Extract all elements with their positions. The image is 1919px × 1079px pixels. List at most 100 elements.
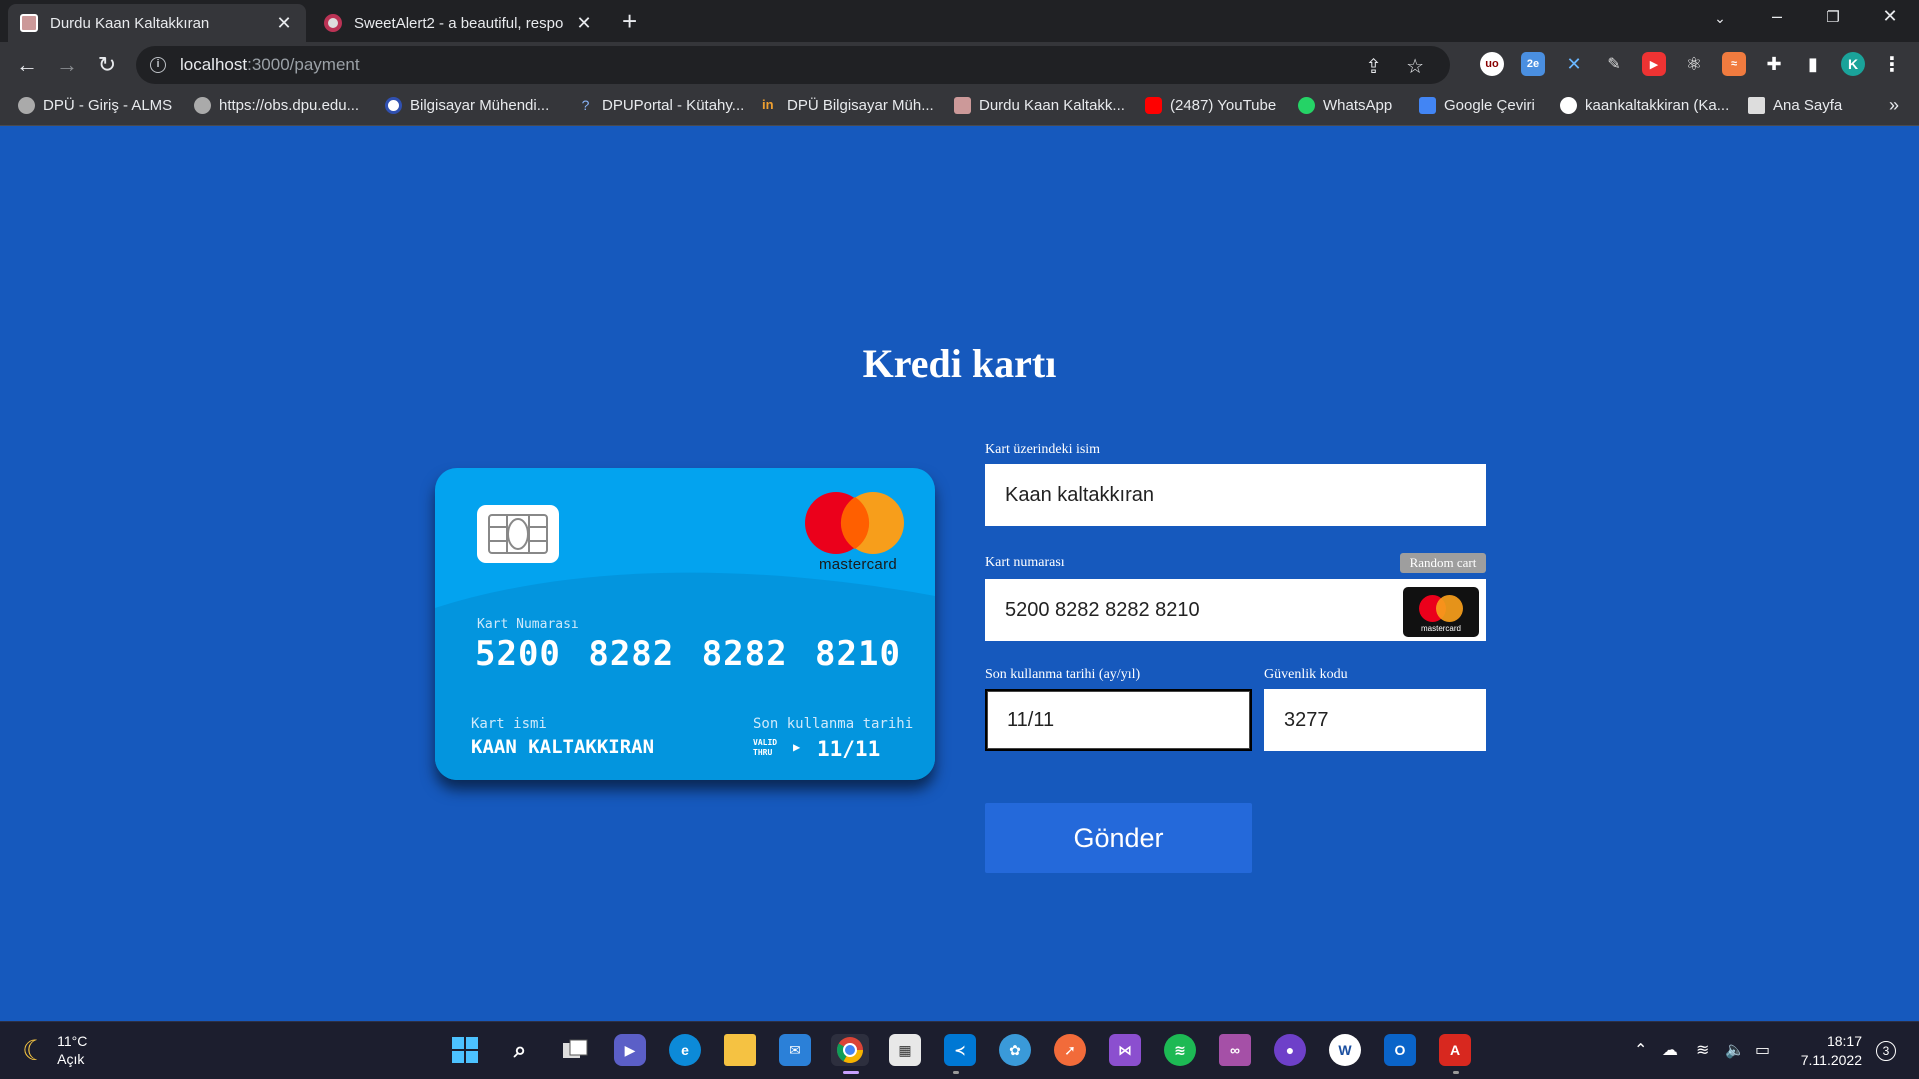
spotify-icon[interactable]: ≋	[1164, 1034, 1196, 1066]
site-info-icon[interactable]: i	[150, 57, 166, 73]
chrome-taskbar-icon[interactable]	[831, 1034, 869, 1066]
bookmark-item[interactable]: WhatsApp	[1298, 97, 1392, 114]
google-translate-icon	[1419, 97, 1436, 114]
address-bar[interactable]: i localhost:3000/payment ⇪ ☆	[136, 46, 1450, 84]
chrome-menu-icon[interactable]: ⋮	[1880, 52, 1904, 76]
bookmark-item[interactable]: ? DPUPortal - Kütahy...	[577, 97, 745, 114]
bookmark-label: DPÜ - Giriş - ALMS	[43, 97, 173, 114]
system-clock[interactable]: 18:17 7.11.2022	[1796, 1032, 1862, 1070]
word-icon[interactable]: W	[1329, 1034, 1361, 1066]
restore-icon[interactable]: ❐	[1813, 8, 1853, 26]
bookmarks-bar: DPÜ - Giriş - ALMS https://obs.dpu.edu..…	[0, 89, 1919, 126]
github-desktop-icon[interactable]: ●	[1274, 1034, 1306, 1066]
edge-icon[interactable]: e	[669, 1034, 701, 1066]
card-number-field-label: Kart numarası	[985, 555, 1065, 570]
bookmark-item[interactable]: Bilgisayar Mühendi...	[385, 97, 549, 114]
new-tab-button[interactable]: +	[622, 8, 637, 34]
card-brand-text: mastercard	[818, 556, 898, 573]
random-card-button[interactable]: Random cart	[1400, 553, 1486, 573]
outlook-icon[interactable]: O	[1384, 1034, 1416, 1066]
bookmark-label: Google Çeviri	[1444, 97, 1535, 114]
bookmark-label: (2487) YouTube	[1170, 97, 1277, 114]
credit-card-preview: mastercard Kart Numarası 5200 8282 8282 …	[435, 468, 935, 780]
mail-icon[interactable]: ✉	[779, 1034, 811, 1066]
share-icon[interactable]: ⇪	[1365, 54, 1382, 79]
bookmark-label: DPÜ Bilgisayar Müh...	[787, 97, 934, 114]
card-expiry-display: 11/11	[817, 737, 881, 761]
bookmark-item[interactable]: Ana Sayfa	[1748, 97, 1842, 114]
bookmark-item[interactable]: kaankaltakkiran (Ka...	[1560, 97, 1729, 114]
payment-page	[0, 127, 1919, 1021]
cvv-field-label: Güvenlik kodu	[1264, 667, 1348, 682]
extension-video-icon[interactable]: ▶	[1642, 52, 1666, 76]
bookmark-item[interactable]: Google Çeviri	[1419, 97, 1535, 114]
card-name-field-label: Kart üzerindeki isim	[985, 442, 1101, 457]
weather-widget[interactable]: ☾ 11°C Açık	[22, 1032, 87, 1068]
extensions-puzzle-icon[interactable]: ✚	[1762, 52, 1786, 76]
extension-rss-icon[interactable]: ≈	[1722, 52, 1746, 76]
onedrive-icon[interactable]: ☁	[1662, 1040, 1678, 1060]
extension-tools-icon[interactable]: ✕	[1562, 52, 1586, 76]
valid-thru-arrow-icon: ▶	[793, 740, 801, 754]
dpu-icon: in	[762, 97, 774, 112]
more-bookmarks-icon[interactable]: »	[1889, 95, 1899, 116]
battery-icon[interactable]: ▭	[1755, 1040, 1770, 1060]
profile-favicon-icon	[20, 14, 38, 32]
close-window-icon[interactable]: ✕	[1870, 6, 1910, 27]
bookmark-label: Durdu Kaan Kaltakk...	[979, 97, 1125, 114]
tab-durdu-kaan[interactable]: Durdu Kaan Kaltakkıran ✕	[8, 4, 306, 42]
teams-chat-icon[interactable]: ▶	[614, 1034, 646, 1066]
mastercard-badge-icon: mastercard	[1403, 587, 1479, 637]
arduino-icon[interactable]: ∞	[1219, 1034, 1251, 1066]
vscode-icon[interactable]: ≺	[944, 1034, 976, 1066]
wifi-icon[interactable]: ≋	[1696, 1040, 1709, 1060]
bookmark-label: https://obs.dpu.edu...	[219, 97, 360, 114]
expiry-date-input[interactable]	[985, 689, 1252, 751]
task-view-icon[interactable]	[559, 1034, 591, 1066]
extension-pen-icon[interactable]: ✎	[1602, 52, 1626, 76]
microsoft-store-icon[interactable]: ▦	[889, 1034, 921, 1066]
file-explorer-icon[interactable]	[724, 1034, 756, 1066]
question-icon: ?	[581, 97, 590, 113]
submit-button[interactable]: Gönder	[985, 803, 1252, 873]
university-icon	[385, 97, 402, 114]
reload-icon[interactable]: ↻	[92, 52, 122, 78]
bookmark-star-icon[interactable]: ☆	[1406, 54, 1424, 79]
btk-icon	[1748, 97, 1765, 114]
tab-search-icon[interactable]: ⌄	[1700, 10, 1740, 27]
postman-icon[interactable]: ➚	[1054, 1034, 1086, 1066]
close-tab-icon[interactable]: ✕	[574, 13, 594, 34]
minimize-icon[interactable]: –	[1757, 6, 1797, 27]
search-icon[interactable]: ⌕	[504, 1034, 536, 1066]
tab-title: Durdu Kaan Kaltakkıran	[50, 14, 210, 32]
side-panel-icon[interactable]: ▮	[1801, 52, 1825, 76]
visual-studio-icon[interactable]: ⋈	[1109, 1034, 1141, 1066]
notification-badge[interactable]: 3	[1876, 1041, 1896, 1061]
acrobat-icon[interactable]: A	[1439, 1034, 1471, 1066]
acrobat-running-indicator	[1453, 1071, 1459, 1074]
mastercard-logo-icon: mastercard	[805, 492, 905, 573]
paint-icon[interactable]: ✿	[999, 1034, 1031, 1066]
card-name-input[interactable]	[985, 464, 1486, 526]
bookmark-item[interactable]: Durdu Kaan Kaltakk...	[954, 97, 1125, 114]
back-icon[interactable]: ←	[12, 52, 42, 78]
cvv-input[interactable]	[1264, 689, 1486, 751]
close-tab-icon[interactable]: ✕	[274, 13, 294, 34]
forward-icon[interactable]: →	[52, 52, 82, 78]
tab-title: SweetAlert2 - a beautiful, respon	[354, 14, 564, 32]
url-path: :3000/payment	[247, 55, 360, 74]
start-menu-icon[interactable]	[449, 1034, 481, 1066]
bookmark-item[interactable]: DPÜ - Giriş - ALMS	[18, 97, 172, 114]
bookmark-item[interactable]: (2487) YouTube	[1145, 97, 1276, 114]
moon-icon: ☾	[22, 1034, 48, 1066]
extension-2e-icon[interactable]: 2e	[1521, 52, 1545, 76]
bookmark-label: Ana Sayfa	[1773, 97, 1843, 114]
profile-avatar[interactable]: K	[1841, 52, 1865, 76]
bookmark-item[interactable]: https://obs.dpu.edu...	[194, 97, 359, 114]
volume-icon[interactable]: 🔈	[1725, 1040, 1745, 1060]
ublock-icon[interactable]: uo	[1480, 52, 1504, 76]
tab-sweetalert[interactable]: SweetAlert2 - a beautiful, respon ✕	[312, 4, 606, 42]
react-devtools-icon[interactable]: ⚛	[1682, 52, 1706, 76]
show-hidden-icons-icon[interactable]: ⌃	[1634, 1040, 1647, 1060]
bookmark-item[interactable]: in DPÜ Bilgisayar Müh...	[762, 97, 934, 114]
